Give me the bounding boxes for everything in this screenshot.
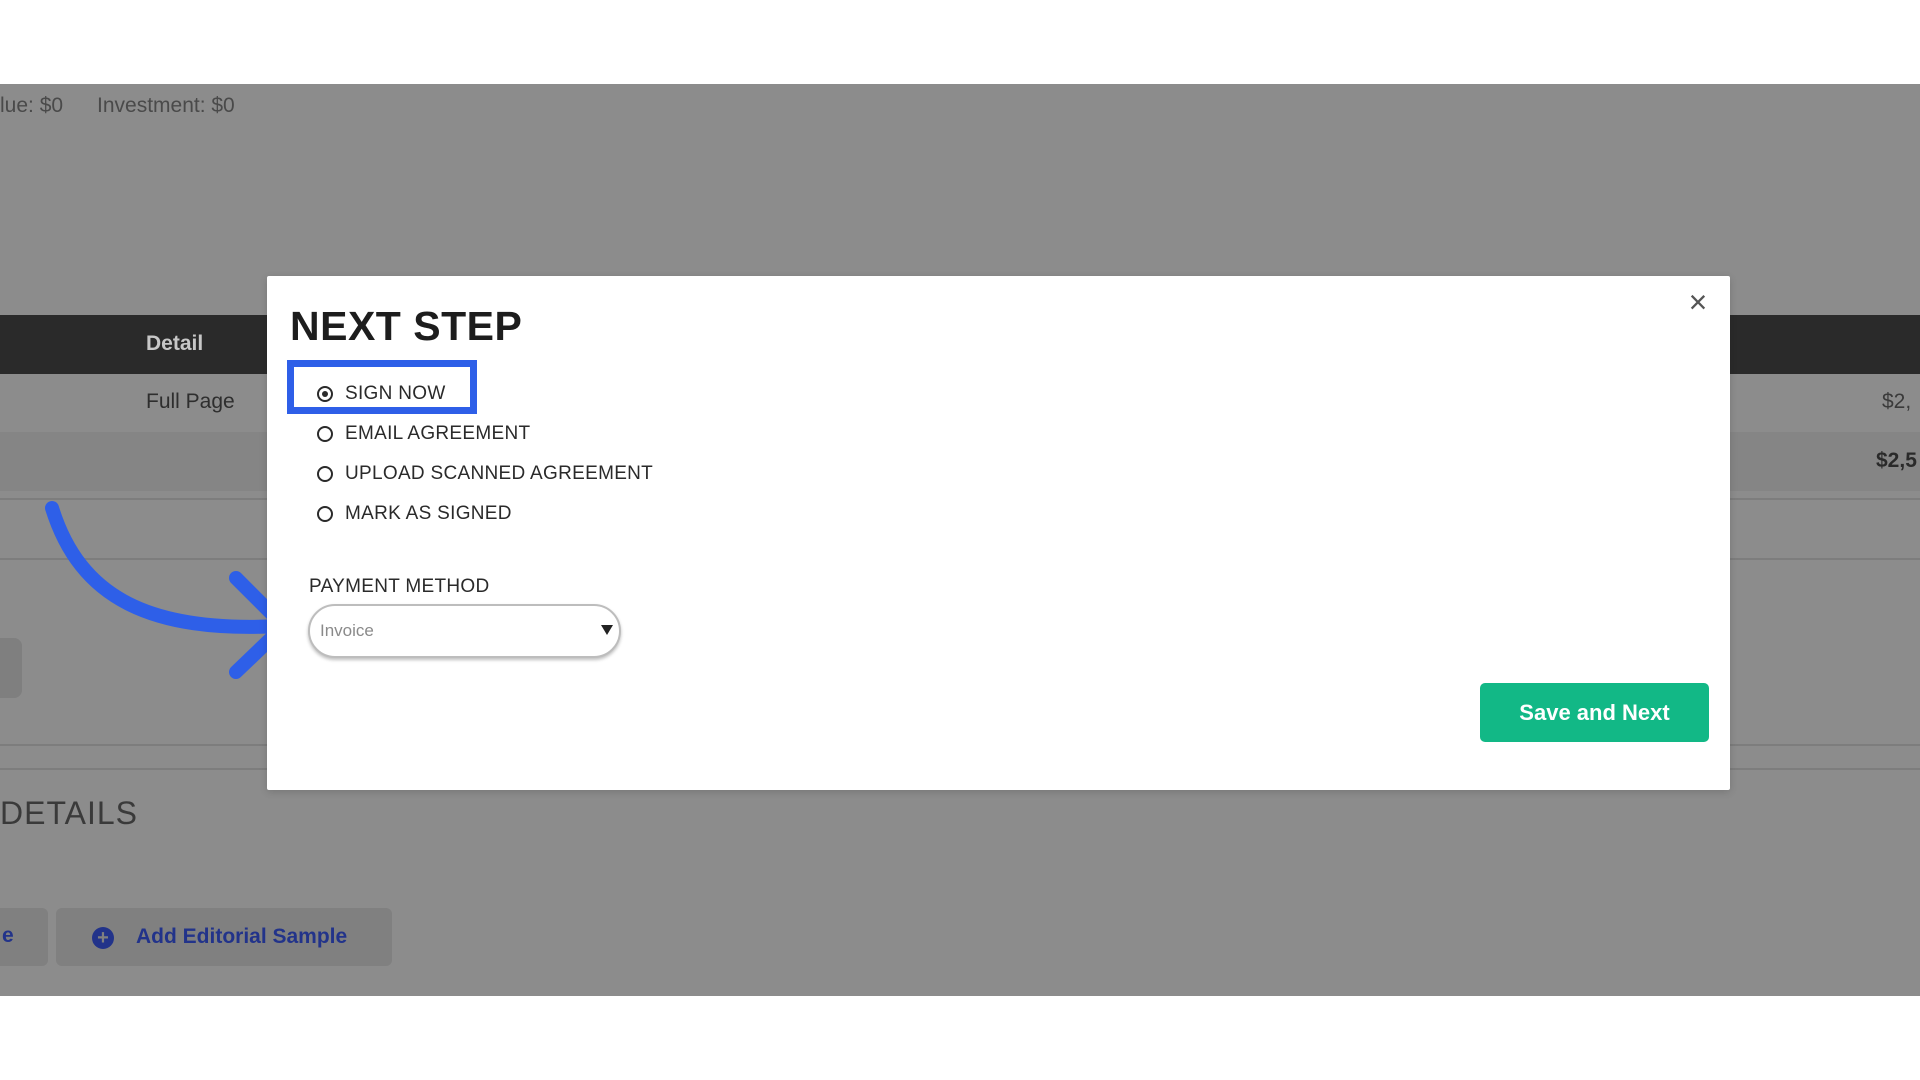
option-mark-as-signed[interactable]: MARK AS SIGNED [317, 494, 653, 534]
plus-circle-icon: + [92, 927, 114, 949]
caret-down-icon [601, 625, 613, 635]
table-cell-amount: $2, [1882, 390, 1912, 413]
option-label: MARK AS SIGNED [345, 503, 512, 524]
tutorial-frame: lue: $0 Investment: $0 Detail Full Page … [0, 0, 1920, 1080]
column-header-detail: Detail [146, 332, 204, 355]
payment-method-label: PAYMENT METHOD [309, 576, 490, 597]
close-icon[interactable]: × [1684, 286, 1712, 318]
annotation-arrow-icon [45, 501, 291, 679]
radio-icon[interactable] [317, 466, 333, 482]
section-heading: DETAILS [0, 795, 138, 831]
table-total-amount: $2,5 [1876, 449, 1917, 472]
partial-sample-button[interactable]: e [0, 908, 48, 966]
option-label: EMAIL AGREEMENT [345, 423, 531, 444]
partial-sample-button-label: e [2, 924, 14, 947]
save-and-next-button[interactable]: Save and Next [1480, 683, 1709, 742]
modal-title: NEXT STEP [290, 303, 523, 349]
payment-method-select[interactable]: Invoice [308, 604, 621, 658]
summary-value-text: lue: $0 [0, 94, 64, 117]
radio-icon[interactable] [317, 426, 333, 442]
add-editorial-sample-button[interactable]: + Add Editorial Sample [56, 908, 392, 966]
payment-method-value: Invoice [320, 621, 374, 640]
dimmed-app-screen: lue: $0 Investment: $0 Detail Full Page … [0, 84, 1920, 996]
partial-button[interactable] [0, 638, 22, 698]
add-editorial-sample-label: Add Editorial Sample [136, 925, 348, 948]
option-upload-scanned-agreement[interactable]: UPLOAD SCANNED AGREEMENT [317, 454, 653, 494]
next-step-modal: NEXT STEP × SIGN NOW EMAIL AGREEMENT UPL… [267, 276, 1730, 790]
option-label: UPLOAD SCANNED AGREEMENT [345, 463, 654, 484]
option-email-agreement[interactable]: EMAIL AGREEMENT [317, 414, 653, 454]
radio-icon[interactable] [317, 506, 333, 522]
table-cell-detail: Full Page [146, 390, 235, 413]
annotation-highlight-box [287, 360, 477, 414]
summary-investment-text: Investment: $0 [97, 94, 235, 117]
